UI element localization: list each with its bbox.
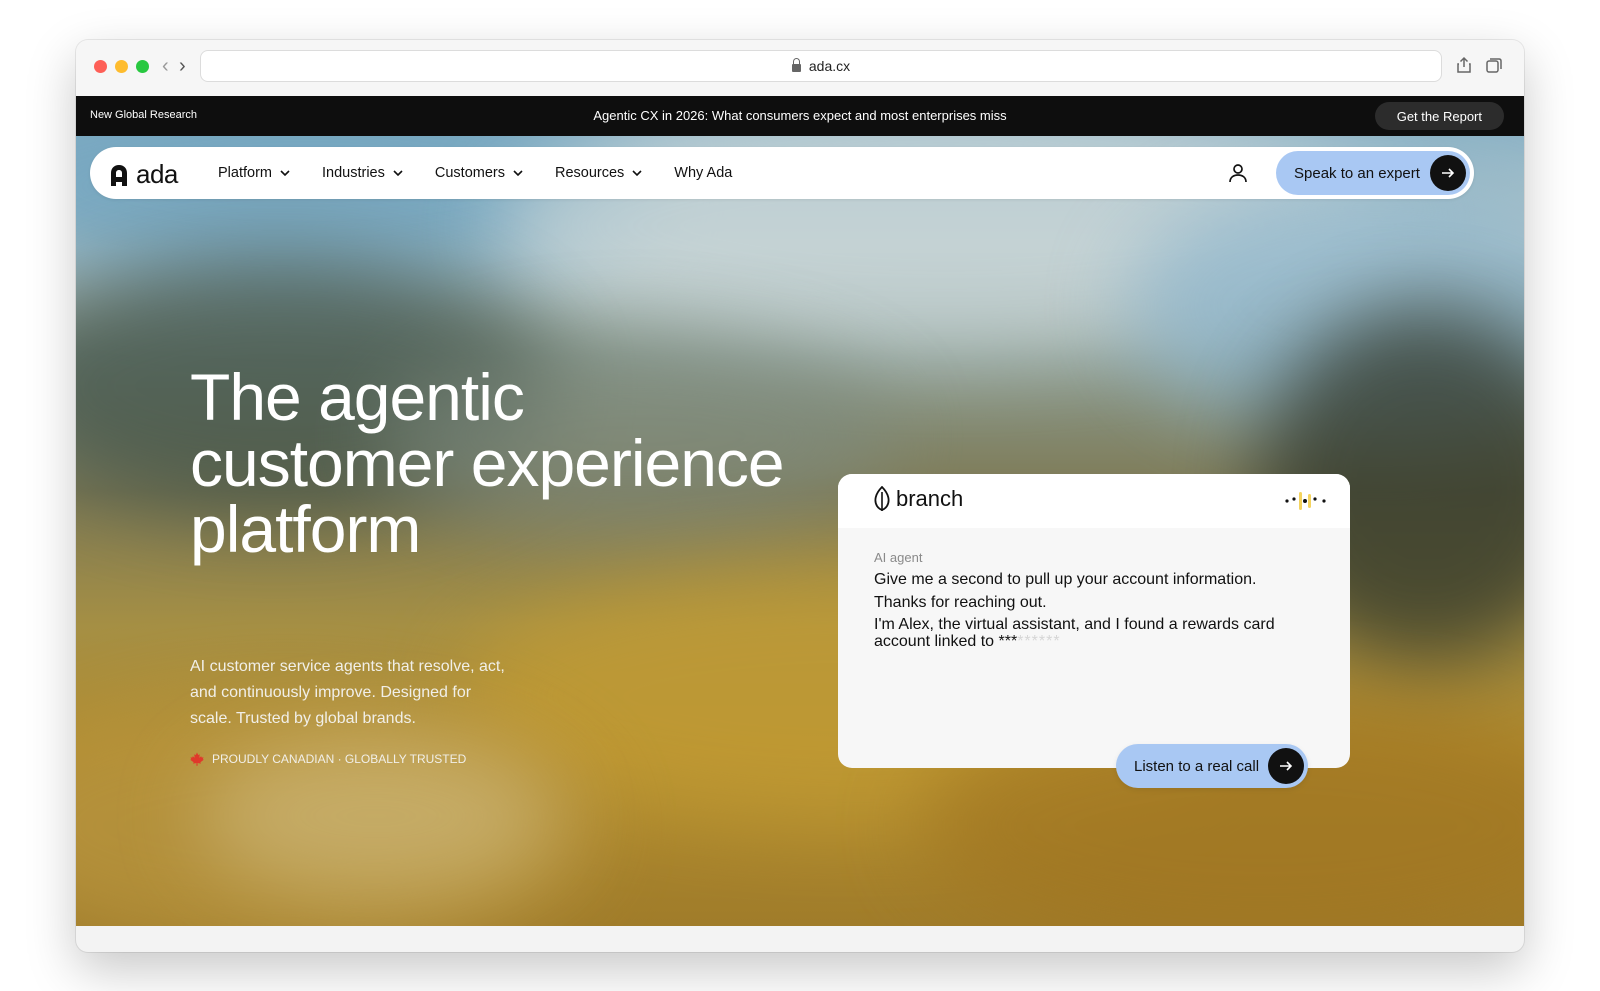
zoom-window-button[interactable] bbox=[136, 60, 149, 73]
close-window-button[interactable] bbox=[94, 60, 107, 73]
nav-item-customers[interactable]: Customers bbox=[435, 165, 523, 181]
arrow-right-icon bbox=[1268, 748, 1304, 784]
listen-button-label: Listen to a real call bbox=[1134, 757, 1260, 775]
chevron-down-icon bbox=[632, 170, 642, 176]
browser-window: ‹ › ada.cx New Global Research Agentic C… bbox=[76, 40, 1524, 952]
speak-to-expert-button[interactable]: Speak to an expert bbox=[1276, 151, 1470, 195]
hero-title: The agentic customer experience platform bbox=[190, 360, 785, 566]
canada-tagline: PROUDLY CANADIAN · GLOBALLY TRUSTED bbox=[190, 752, 466, 766]
nav-item-platform[interactable]: Platform bbox=[218, 165, 290, 181]
nav-item-industries[interactable]: Industries bbox=[322, 165, 403, 181]
get-report-button[interactable]: Get the Report bbox=[1374, 102, 1504, 130]
demo-call-card: branch AI agent Give me a second to pull… bbox=[838, 474, 1350, 788]
canada-tagline-text: PROUDLY CANADIAN · GLOBALLY TRUSTED bbox=[212, 752, 467, 766]
listen-real-call-button[interactable]: Listen to a real call bbox=[1116, 744, 1308, 788]
chevron-down-icon bbox=[393, 170, 403, 176]
tabs-overview-icon[interactable] bbox=[1485, 56, 1503, 74]
minimize-window-button[interactable] bbox=[115, 60, 128, 73]
chevron-down-icon bbox=[513, 170, 523, 176]
nav-item-why-ada[interactable]: Why Ada bbox=[674, 165, 732, 181]
announcement-bar: New Global Research Agentic CX in 2026: … bbox=[76, 96, 1524, 136]
nav-item-label: Industries bbox=[322, 165, 385, 181]
cta-label: Speak to an expert bbox=[1294, 164, 1420, 182]
nav-item-label: Resources bbox=[554, 165, 625, 181]
speaker-label: AI agent bbox=[874, 550, 923, 565]
announcement-headline[interactable]: Agentic CX in 2026: What consumers expec… bbox=[76, 108, 1524, 123]
lock-icon bbox=[791, 58, 801, 72]
transcript-line: I'm Alex, the virtual assistant, and I f… bbox=[874, 616, 1304, 650]
brand-name: branch bbox=[896, 486, 964, 511]
site-navigation: ada Platform Industries Customers Resour… bbox=[90, 147, 1474, 199]
forward-icon[interactable]: › bbox=[179, 54, 186, 78]
browser-toolbar: ‹ › ada.cx bbox=[76, 40, 1524, 96]
nav-item-label: Why Ada bbox=[674, 165, 733, 181]
maple-leaf-icon bbox=[190, 752, 204, 766]
leaf-icon bbox=[874, 486, 890, 511]
nav-item-label: Customers bbox=[434, 165, 505, 181]
logo-text: ada bbox=[136, 159, 178, 189]
chevron-down-icon bbox=[280, 170, 290, 176]
ada-logo-icon bbox=[111, 164, 127, 186]
share-icon[interactable] bbox=[1455, 56, 1473, 74]
hero-subtitle: AI customer service agents that resolve,… bbox=[190, 658, 505, 727]
address-bar[interactable]: ada.cx bbox=[200, 50, 1442, 82]
nav-item-resources[interactable]: Resources bbox=[555, 165, 642, 181]
branch-logo: branch bbox=[872, 486, 963, 512]
demo-card-header: branch bbox=[838, 474, 1350, 528]
transcript-line: Give me a second to pull up your account… bbox=[874, 571, 1257, 588]
hero-section: The agentic customer experience platform… bbox=[76, 136, 1524, 926]
nav-item-label: Platform bbox=[218, 165, 272, 181]
arrow-right-icon bbox=[1430, 155, 1466, 191]
back-icon[interactable]: ‹ bbox=[162, 54, 169, 78]
transcript-line-text: I'm Alex, the virtual assistant, and I f… bbox=[874, 616, 1275, 650]
url-text: ada.cx bbox=[808, 58, 851, 74]
audio-waveform-icon bbox=[1285, 492, 1326, 510]
ada-logo[interactable]: ada bbox=[108, 159, 178, 190]
masked-digits: ****** bbox=[1017, 633, 1061, 650]
user-account-icon[interactable] bbox=[1226, 161, 1250, 185]
transcript-line: Thanks for reaching out. bbox=[874, 594, 1047, 611]
main-menu: Platform Industries Customers Resources … bbox=[218, 147, 764, 199]
